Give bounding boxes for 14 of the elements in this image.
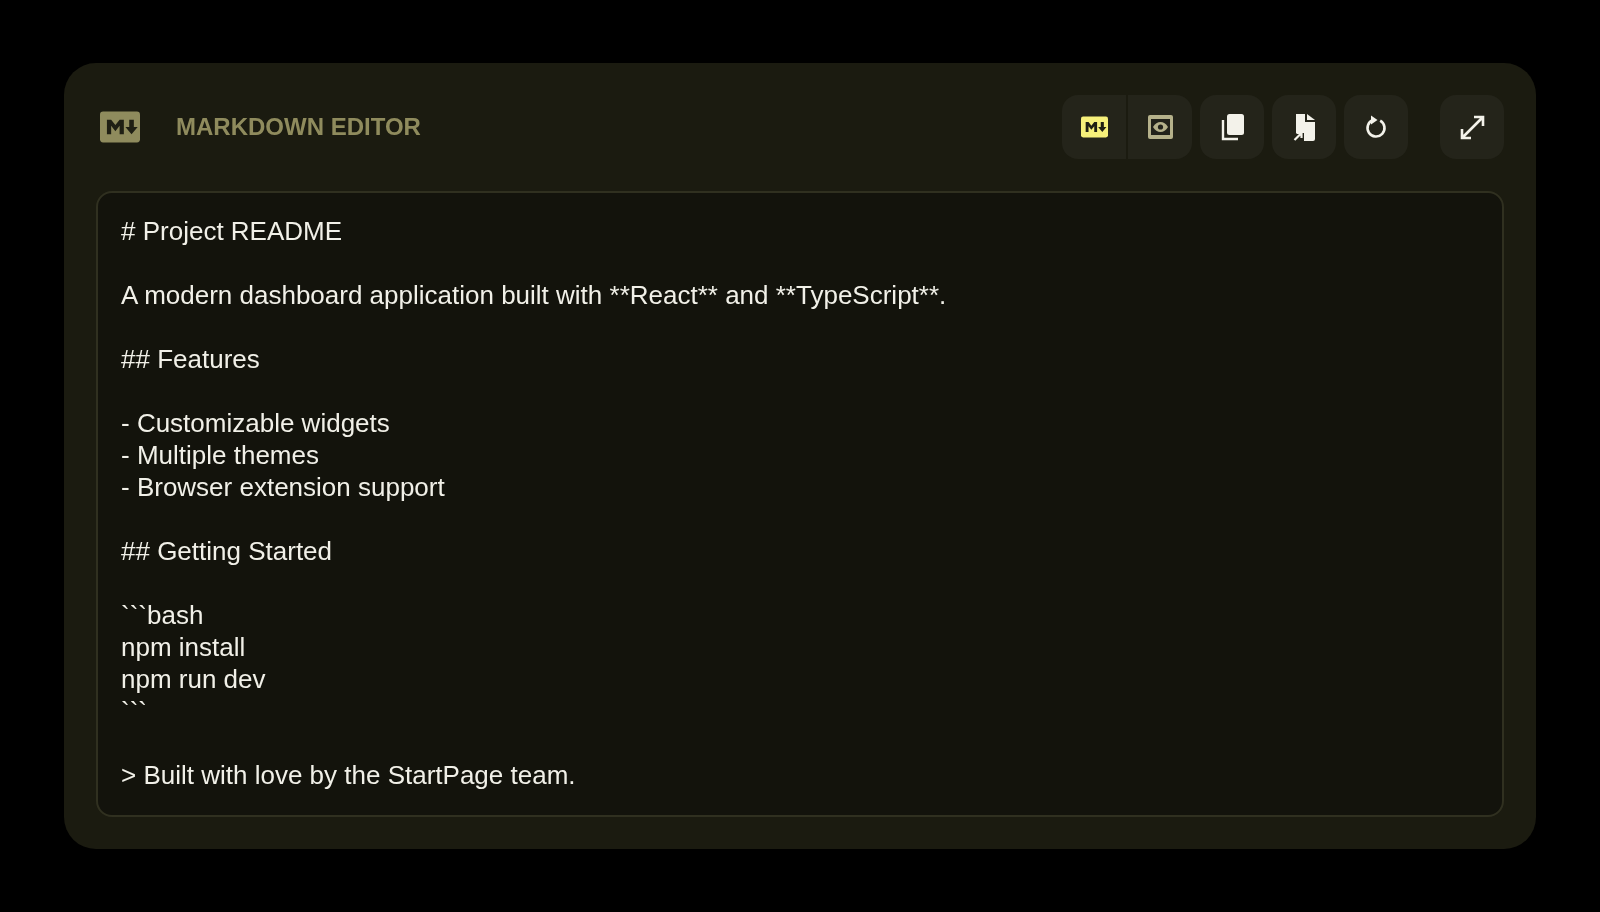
expand-icon: [1459, 114, 1485, 140]
export-button[interactable]: [1272, 95, 1336, 159]
copy-button[interactable]: [1200, 95, 1264, 159]
markdown-icon: [1080, 116, 1108, 138]
refresh-button[interactable]: [1344, 95, 1408, 159]
markdown-logo-icon: [100, 111, 140, 143]
file-export-icon: [1293, 113, 1315, 141]
eye-icon: [1147, 115, 1173, 139]
preview-button[interactable]: [1128, 95, 1192, 159]
markdown-view-button[interactable]: [1062, 95, 1126, 159]
refresh-icon: [1365, 115, 1387, 139]
fullscreen-button[interactable]: [1440, 95, 1504, 159]
copy-icon: [1220, 113, 1244, 141]
editor-title: MARKDOWN EDITOR: [176, 115, 421, 139]
